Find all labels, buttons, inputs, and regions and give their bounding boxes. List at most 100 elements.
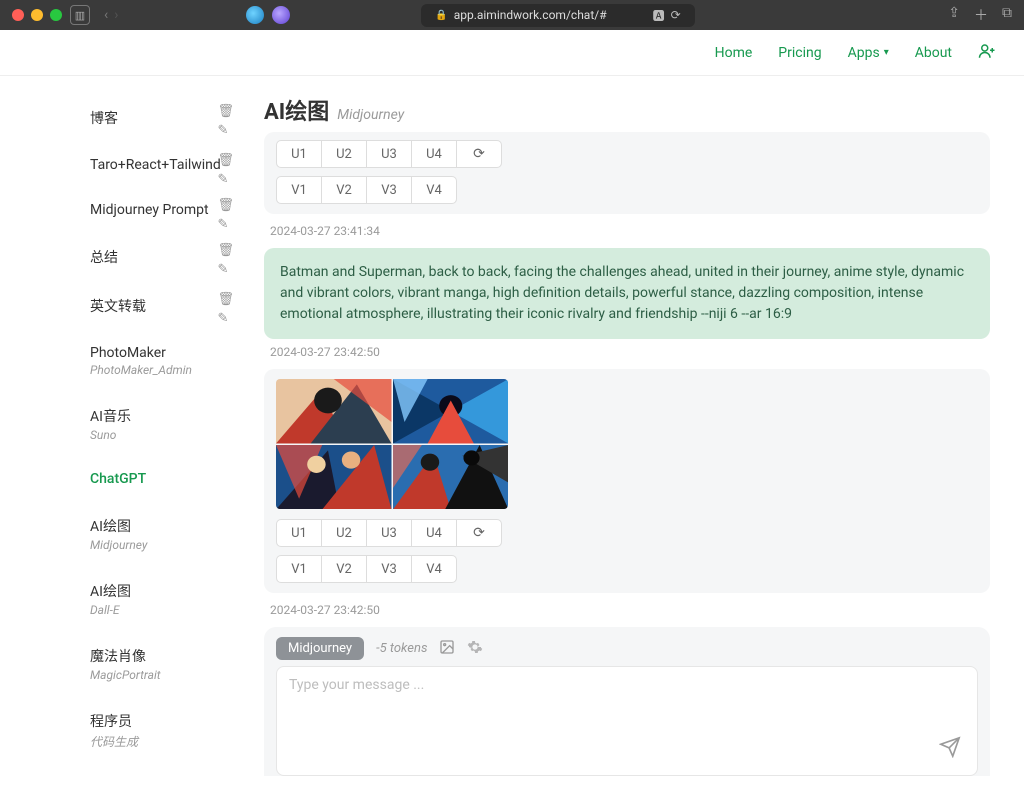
user-add-icon[interactable] — [978, 42, 996, 64]
sidebar-item-subtitle: PhotoMaker_Admin — [90, 363, 230, 377]
panel-title: AI绘图 Midjourney — [264, 94, 994, 126]
reroll-icon[interactable]: ⟳ — [456, 140, 502, 168]
sidebar-toggle-icon[interactable]: ▥ — [70, 5, 90, 25]
upscale-button-3[interactable]: U3 — [366, 519, 412, 547]
image-result-3[interactable] — [276, 445, 392, 510]
image-upload-icon[interactable] — [439, 639, 455, 659]
sidebar-item[interactable]: 魔法肖像MagicPortrait — [86, 632, 234, 697]
maximize-window-icon[interactable] — [50, 9, 62, 21]
variation-button-3[interactable]: V3 — [366, 555, 412, 583]
trash-icon[interactable]: 🗑 — [217, 198, 234, 213]
upscale-button-4[interactable]: U4 — [411, 140, 457, 168]
image-result-1[interactable] — [276, 379, 392, 444]
sidebar-item-subtitle: 代码生成 — [90, 733, 230, 750]
timestamp: 2024-03-27 23:41:34 — [270, 224, 990, 238]
sidebar-item-actions: 🗑✎ — [217, 243, 234, 277]
sidebar-item-subtitle: Suno — [90, 428, 230, 442]
message-input-wrap — [276, 666, 978, 776]
sidebar-item-title: 博客 — [90, 108, 230, 128]
upscale-button-2[interactable]: U2 — [321, 519, 367, 547]
translate-icon[interactable]: 🅰 — [653, 7, 665, 24]
lock-icon: 🔒 — [435, 10, 447, 21]
send-icon[interactable] — [939, 736, 961, 763]
edit-icon[interactable]: ✎ — [217, 311, 234, 326]
reroll-icon[interactable]: ⟳ — [456, 519, 502, 547]
upscale-button-3[interactable]: U3 — [366, 140, 412, 168]
upscale-button-4[interactable]: U4 — [411, 519, 457, 547]
variation-button-1[interactable]: V1 — [276, 555, 322, 583]
image-result-4[interactable] — [393, 445, 509, 510]
variation-button-4[interactable]: V4 — [411, 555, 457, 583]
forward-icon: › — [114, 7, 118, 23]
extension-icon[interactable] — [272, 6, 290, 24]
sidebar-item-title: Taro+React+Tailwind — [90, 157, 230, 173]
trash-icon[interactable]: 🗑 — [217, 104, 234, 119]
sidebar-item[interactable]: ChatGPT — [86, 457, 234, 502]
page-title: AI绘图 — [264, 94, 329, 126]
sidebar-item-subtitle: Midjourney — [90, 538, 230, 552]
sidebar-item[interactable]: AI音乐Suno — [86, 392, 234, 457]
sidebar-item-title: 英文转载 — [90, 296, 230, 316]
sidebar-item[interactable]: PhotoMakerPhotoMaker_Admin — [86, 331, 234, 392]
sidebar-item-subtitle: Dall-E — [90, 603, 230, 617]
variation-button-2[interactable]: V2 — [321, 555, 367, 583]
nav-about[interactable]: About — [915, 45, 952, 61]
edit-icon[interactable]: ✎ — [217, 262, 234, 277]
trash-icon[interactable]: 🗑 — [217, 292, 234, 307]
nav-pricing[interactable]: Pricing — [778, 45, 821, 61]
variation-button-1[interactable]: V1 — [276, 176, 322, 204]
share-icon[interactable]: ⇪ — [948, 5, 960, 25]
sidebar-item[interactable]: AI绘图Midjourney — [86, 502, 234, 567]
sidebar-item-title: 总结 — [90, 247, 230, 267]
sidebar-item-actions: 🗑✎ — [217, 292, 234, 326]
nav-home[interactable]: Home — [715, 45, 753, 61]
variation-button-4[interactable]: V4 — [411, 176, 457, 204]
variation-button-3[interactable]: V3 — [366, 176, 412, 204]
timestamp: 2024-03-27 23:42:50 — [270, 603, 990, 617]
settings-icon[interactable] — [467, 639, 483, 659]
chat-panel: AI绘图 Midjourney U1U2U3U4⟳ V1V2V3V4 2024-… — [234, 76, 1024, 795]
edit-icon[interactable]: ✎ — [217, 217, 234, 232]
nav-apps[interactable]: Apps ▾ — [848, 45, 889, 61]
sidebar-item[interactable]: 博客🗑✎ — [86, 94, 234, 143]
sidebar: 博客🗑✎Taro+React+Tailwind🗑✎Midjourney Prom… — [86, 76, 234, 795]
extension-icon[interactable] — [246, 6, 264, 24]
sidebar-item[interactable]: Taro+React+Tailwind🗑 ✎ — [86, 143, 234, 188]
sidebar-item[interactable]: 程序员代码生成 — [86, 697, 234, 765]
back-icon[interactable]: ‹ — [104, 7, 108, 23]
sidebar-item[interactable]: 英文转载🗑✎ — [86, 282, 234, 331]
model-tag[interactable]: Midjourney — [276, 637, 364, 660]
trash-icon[interactable]: 🗑 — [217, 153, 234, 168]
model-name: Midjourney — [337, 107, 404, 123]
edit-icon[interactable]: ✎ — [217, 123, 234, 138]
window-controls[interactable] — [12, 9, 62, 21]
sidebar-item[interactable]: Midjourney Prompt🗑✎ — [86, 188, 234, 233]
upscale-button-1[interactable]: U1 — [276, 140, 322, 168]
tabs-icon[interactable]: ⧉ — [1002, 5, 1012, 25]
sidebar-item[interactable]: AI绘图 Dall-E — [86, 567, 234, 632]
composer: Midjourney -5 tokens — [264, 627, 990, 776]
upscale-button-1[interactable]: U1 — [276, 519, 322, 547]
sidebar-item[interactable]: 总结🗑✎ — [86, 233, 234, 282]
message-input[interactable] — [289, 677, 965, 757]
url-bar[interactable]: 🔒 app.aimindwork.com/chat/# 🅰 ⟳ — [421, 4, 694, 27]
user-message: Batman and Superman, back to back, facin… — [264, 248, 990, 339]
url-text: app.aimindwork.com/chat/# — [454, 8, 607, 22]
sidebar-item-title: 程序员 — [90, 711, 230, 731]
variation-button-2[interactable]: V2 — [321, 176, 367, 204]
minimize-window-icon[interactable] — [31, 9, 43, 21]
reload-icon[interactable]: ⟳ — [671, 8, 681, 22]
upscale-button-2[interactable]: U2 — [321, 140, 367, 168]
sidebar-item-title: AI绘图 — [90, 581, 230, 601]
new-tab-icon[interactable]: ＋ — [974, 5, 988, 25]
image-grid[interactable] — [276, 379, 508, 509]
image-result-2[interactable] — [393, 379, 509, 444]
trash-icon[interactable]: 🗑 — [217, 243, 234, 258]
edit-icon[interactable]: ✎ — [217, 172, 234, 187]
browser-nav: ‹ › — [104, 7, 118, 23]
sidebar-item-actions: 🗑✎ — [217, 104, 234, 138]
assistant-message: U1U2U3U4⟳ V1V2V3V4 — [264, 132, 990, 214]
close-window-icon[interactable] — [12, 9, 24, 21]
chevron-down-icon: ▾ — [884, 47, 889, 58]
assistant-message: U1U2U3U4⟳ V1V2V3V4 — [264, 369, 990, 593]
